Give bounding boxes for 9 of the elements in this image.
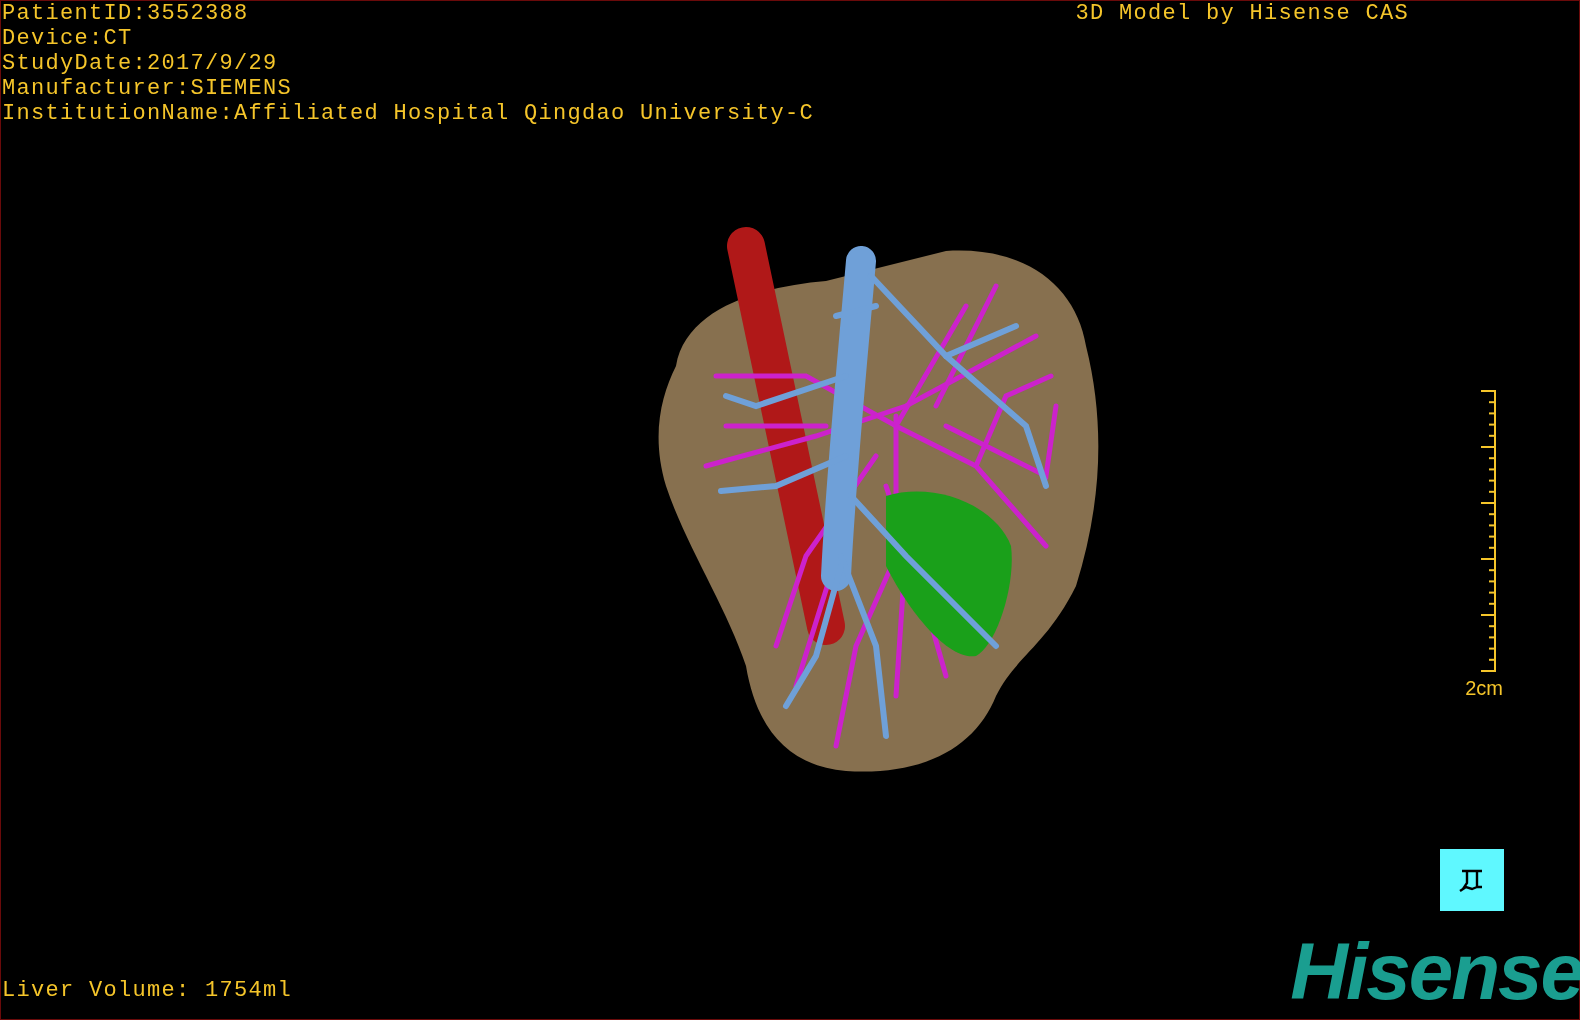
study-info-text: StudyDate:2017/9/29 bbox=[2, 51, 279, 76]
liver-volume-text: Liver Volume: 1754ml bbox=[2, 978, 293, 1003]
study-info-text: InstitutionName:Affiliated Hospital Qingdao University-C bbox=[2, 101, 815, 126]
view-toggle-button[interactable] bbox=[1440, 849, 1504, 911]
scale-label: 2cm bbox=[1465, 677, 1503, 699]
study-info-text: PatientID:3552388 bbox=[2, 1, 250, 26]
study-info-text: Device:CT bbox=[2, 26, 134, 51]
viewer-title: 3D Model by Hisense CAS bbox=[1075, 1, 1409, 26]
study-info-text: Manufacturer:SIEMENS bbox=[2, 76, 294, 101]
